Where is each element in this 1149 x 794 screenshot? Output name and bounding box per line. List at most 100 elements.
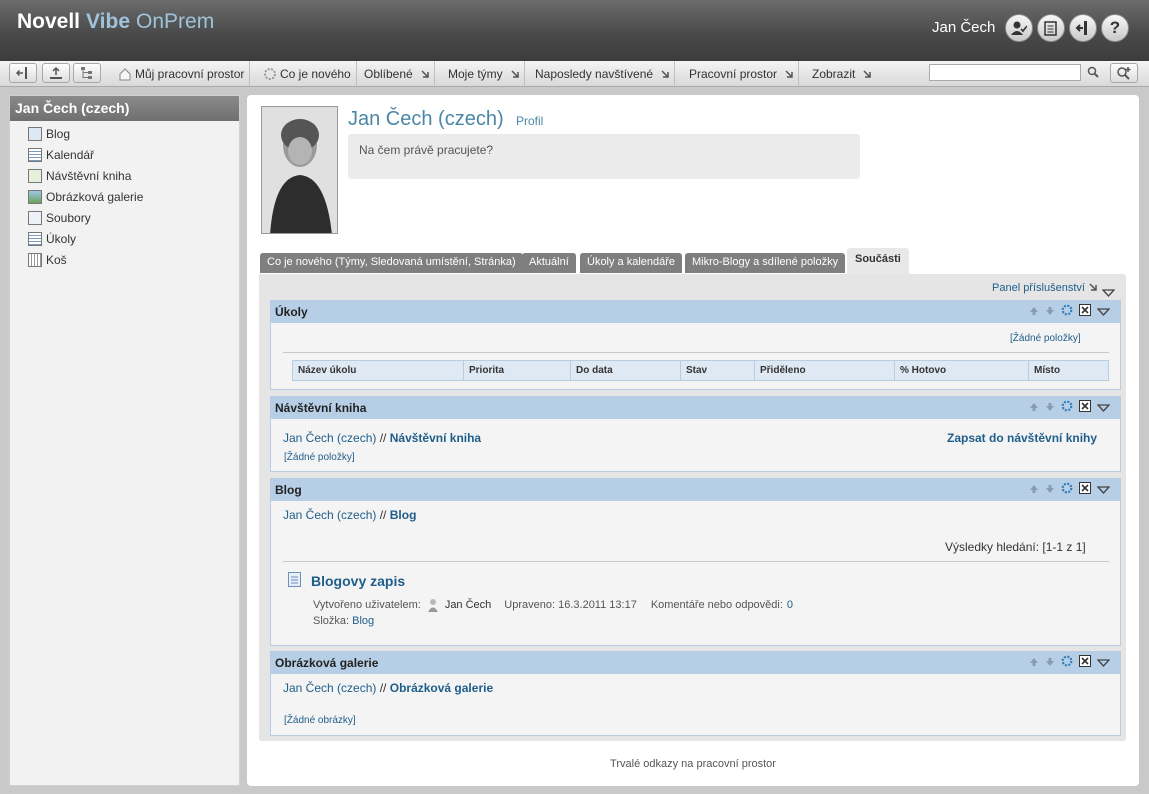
settings-icon[interactable] (1061, 482, 1073, 497)
logout-icon[interactable] (1069, 14, 1097, 42)
column-header[interactable]: Místo (1028, 360, 1109, 381)
accessory-title-text: Návštěvní kniha (275, 401, 367, 415)
breadcrumb-user-link[interactable]: Jan Čech (czech) (283, 508, 376, 522)
dropdown-arrow-icon (1089, 283, 1097, 291)
settings-icon[interactable] (1061, 304, 1073, 319)
tab-tasks-calendars[interactable]: Úkoly a kalendáře (580, 253, 683, 273)
notes-icon[interactable] (1037, 14, 1065, 42)
tab-panel: Panel příslušenství Úkoly [Žádné položky… (259, 274, 1126, 741)
collapse-icon[interactable] (1096, 483, 1111, 497)
sidebar-item-calendar[interactable]: Kalendář (28, 148, 94, 162)
column-header[interactable]: Stav (680, 360, 755, 381)
toolbar-my-teams[interactable]: Moje týmy (443, 61, 525, 86)
move-down-icon[interactable] (1045, 656, 1055, 670)
author-link[interactable]: Jan Čech (445, 599, 491, 611)
created-by-label: Vytvořeno uživatelem: (313, 599, 421, 611)
accessory-title: Blog (271, 479, 1120, 501)
collapse-icon[interactable] (1096, 401, 1111, 415)
gallery-empty[interactable]: [Žádné obrázky] (284, 715, 356, 726)
tree-icon[interactable] (73, 63, 101, 83)
dropdown-arrow-icon (421, 69, 429, 78)
move-up-icon[interactable] (1029, 305, 1039, 319)
accessory-title-text: Úkoly (275, 305, 308, 319)
move-down-icon[interactable] (1045, 401, 1055, 415)
folder-link[interactable]: Blog (352, 615, 374, 627)
toolbar-favorites[interactable]: Oblíbené (359, 61, 435, 86)
main-toolbar: Můj pracovní prostor Co je nového Oblíbe… (0, 61, 1149, 87)
column-header[interactable]: Priorita (463, 360, 571, 381)
settings-icon[interactable] (1061, 400, 1073, 415)
accessory-panel-menu[interactable]: Panel příslušenství (992, 282, 1097, 294)
sidebar-item-gallery[interactable]: Obrázková galerie (28, 190, 143, 204)
column-header[interactable]: Do data (570, 360, 681, 381)
collapse-icon[interactable] (1096, 305, 1111, 319)
search-icon[interactable] (1087, 66, 1099, 81)
close-icon[interactable] (1079, 400, 1091, 415)
breadcrumb-user-link[interactable]: Jan Čech (czech) (283, 431, 376, 445)
brand-onprem: OnPrem (136, 10, 215, 33)
collapse-panel-icon[interactable] (1101, 286, 1116, 300)
move-up-icon[interactable] (1029, 483, 1039, 497)
header-username[interactable]: Jan Čech (932, 19, 995, 36)
settings-icon[interactable] (1061, 655, 1073, 670)
upload-icon[interactable] (42, 63, 70, 83)
advanced-search-icon[interactable] (1110, 63, 1138, 83)
comments-count-link[interactable]: 0 (787, 599, 793, 611)
close-icon[interactable] (1079, 304, 1091, 319)
tab-components[interactable]: Součásti (847, 248, 909, 274)
breadcrumb-target-link[interactable]: Blog (390, 508, 417, 522)
breadcrumb-target-link[interactable]: Návštěvní kniha (390, 431, 481, 445)
search-input[interactable] (929, 64, 1081, 81)
guestbook-empty[interactable]: [Žádné položky] (284, 452, 355, 463)
profile-name[interactable]: Jan Čech (czech) (348, 108, 504, 131)
gallery-icon (28, 190, 42, 204)
sidebar-item-blog[interactable]: Blog (28, 127, 70, 141)
accessory-title: Úkoly (271, 301, 1120, 323)
toolbar-whats-new[interactable]: Co je nového (258, 61, 357, 86)
accessory-title-text: Blog (275, 483, 302, 497)
user-settings-icon[interactable] (1005, 14, 1033, 42)
tasks-empty[interactable]: [Žádné položky] (1010, 333, 1081, 344)
gallery-breadcrumb: Jan Čech (czech) // Obrázková galerie (283, 681, 493, 695)
sidebar-item-files[interactable]: Soubory (28, 211, 91, 225)
toolbar-workspace[interactable]: Pracovní prostor (684, 61, 800, 86)
sidebar-item-tasks[interactable]: Úkoly (28, 232, 76, 246)
toolbar-label: Zobrazit (812, 66, 856, 81)
tab-current[interactable]: Aktuální (522, 253, 576, 273)
sidebar-item-label: Úkoly (46, 232, 77, 246)
accessory-title: Obrázková galerie (271, 652, 1120, 674)
toolbar-recently-visited[interactable]: Naposledy navštívené (530, 61, 676, 86)
blog-icon (28, 127, 42, 141)
status-input[interactable]: Na čem právě pracujete? (348, 134, 860, 179)
close-icon[interactable] (1079, 655, 1091, 670)
sidebar-title: Jan Čech (czech) (10, 96, 239, 121)
sidebar-item-trash[interactable]: Koš (28, 253, 67, 267)
breadcrumb-target-link[interactable]: Obrázková galerie (390, 681, 493, 695)
column-header[interactable]: Název úkolu (292, 360, 464, 381)
tasks-icon (28, 232, 42, 246)
move-down-icon[interactable] (1045, 305, 1055, 319)
tab-whats-new[interactable]: Co je nového (Týmy, Sledovaná umístění, … (260, 253, 523, 273)
accessory-title: Návštěvní kniha (271, 397, 1120, 419)
column-header[interactable]: Přiděleno (754, 360, 895, 381)
back-icon[interactable] (9, 63, 37, 83)
toolbar-my-workspace[interactable]: Můj pracovní prostor (113, 61, 251, 86)
toolbar-view[interactable]: Zobrazit (807, 61, 876, 86)
blog-entry-title[interactable]: Blogovy zapis (311, 573, 405, 589)
modified-date: Upraveno: 16.3.2011 13:17 (504, 599, 637, 611)
home-icon (119, 67, 131, 80)
column-header[interactable]: % Hotovo (894, 360, 1029, 381)
sidebar-item-guestbook[interactable]: Návštěvní kniha (28, 169, 131, 183)
move-up-icon[interactable] (1029, 401, 1039, 415)
tab-microblogs[interactable]: Mikro-Blogy a sdílené položky (685, 253, 846, 273)
move-up-icon[interactable] (1029, 656, 1039, 670)
folder-label: Složka: (313, 615, 350, 627)
collapse-icon[interactable] (1096, 656, 1111, 670)
profile-link[interactable]: Profil (516, 114, 543, 128)
sign-guestbook-link[interactable]: Zapsat do návštěvní knihy (947, 431, 1097, 445)
move-down-icon[interactable] (1045, 483, 1055, 497)
permalinks-footer[interactable]: Trvalé odkazy na pracovní prostor (247, 758, 1139, 770)
help-icon[interactable]: ? (1101, 14, 1129, 42)
breadcrumb-user-link[interactable]: Jan Čech (czech) (283, 681, 376, 695)
close-icon[interactable] (1079, 482, 1091, 497)
